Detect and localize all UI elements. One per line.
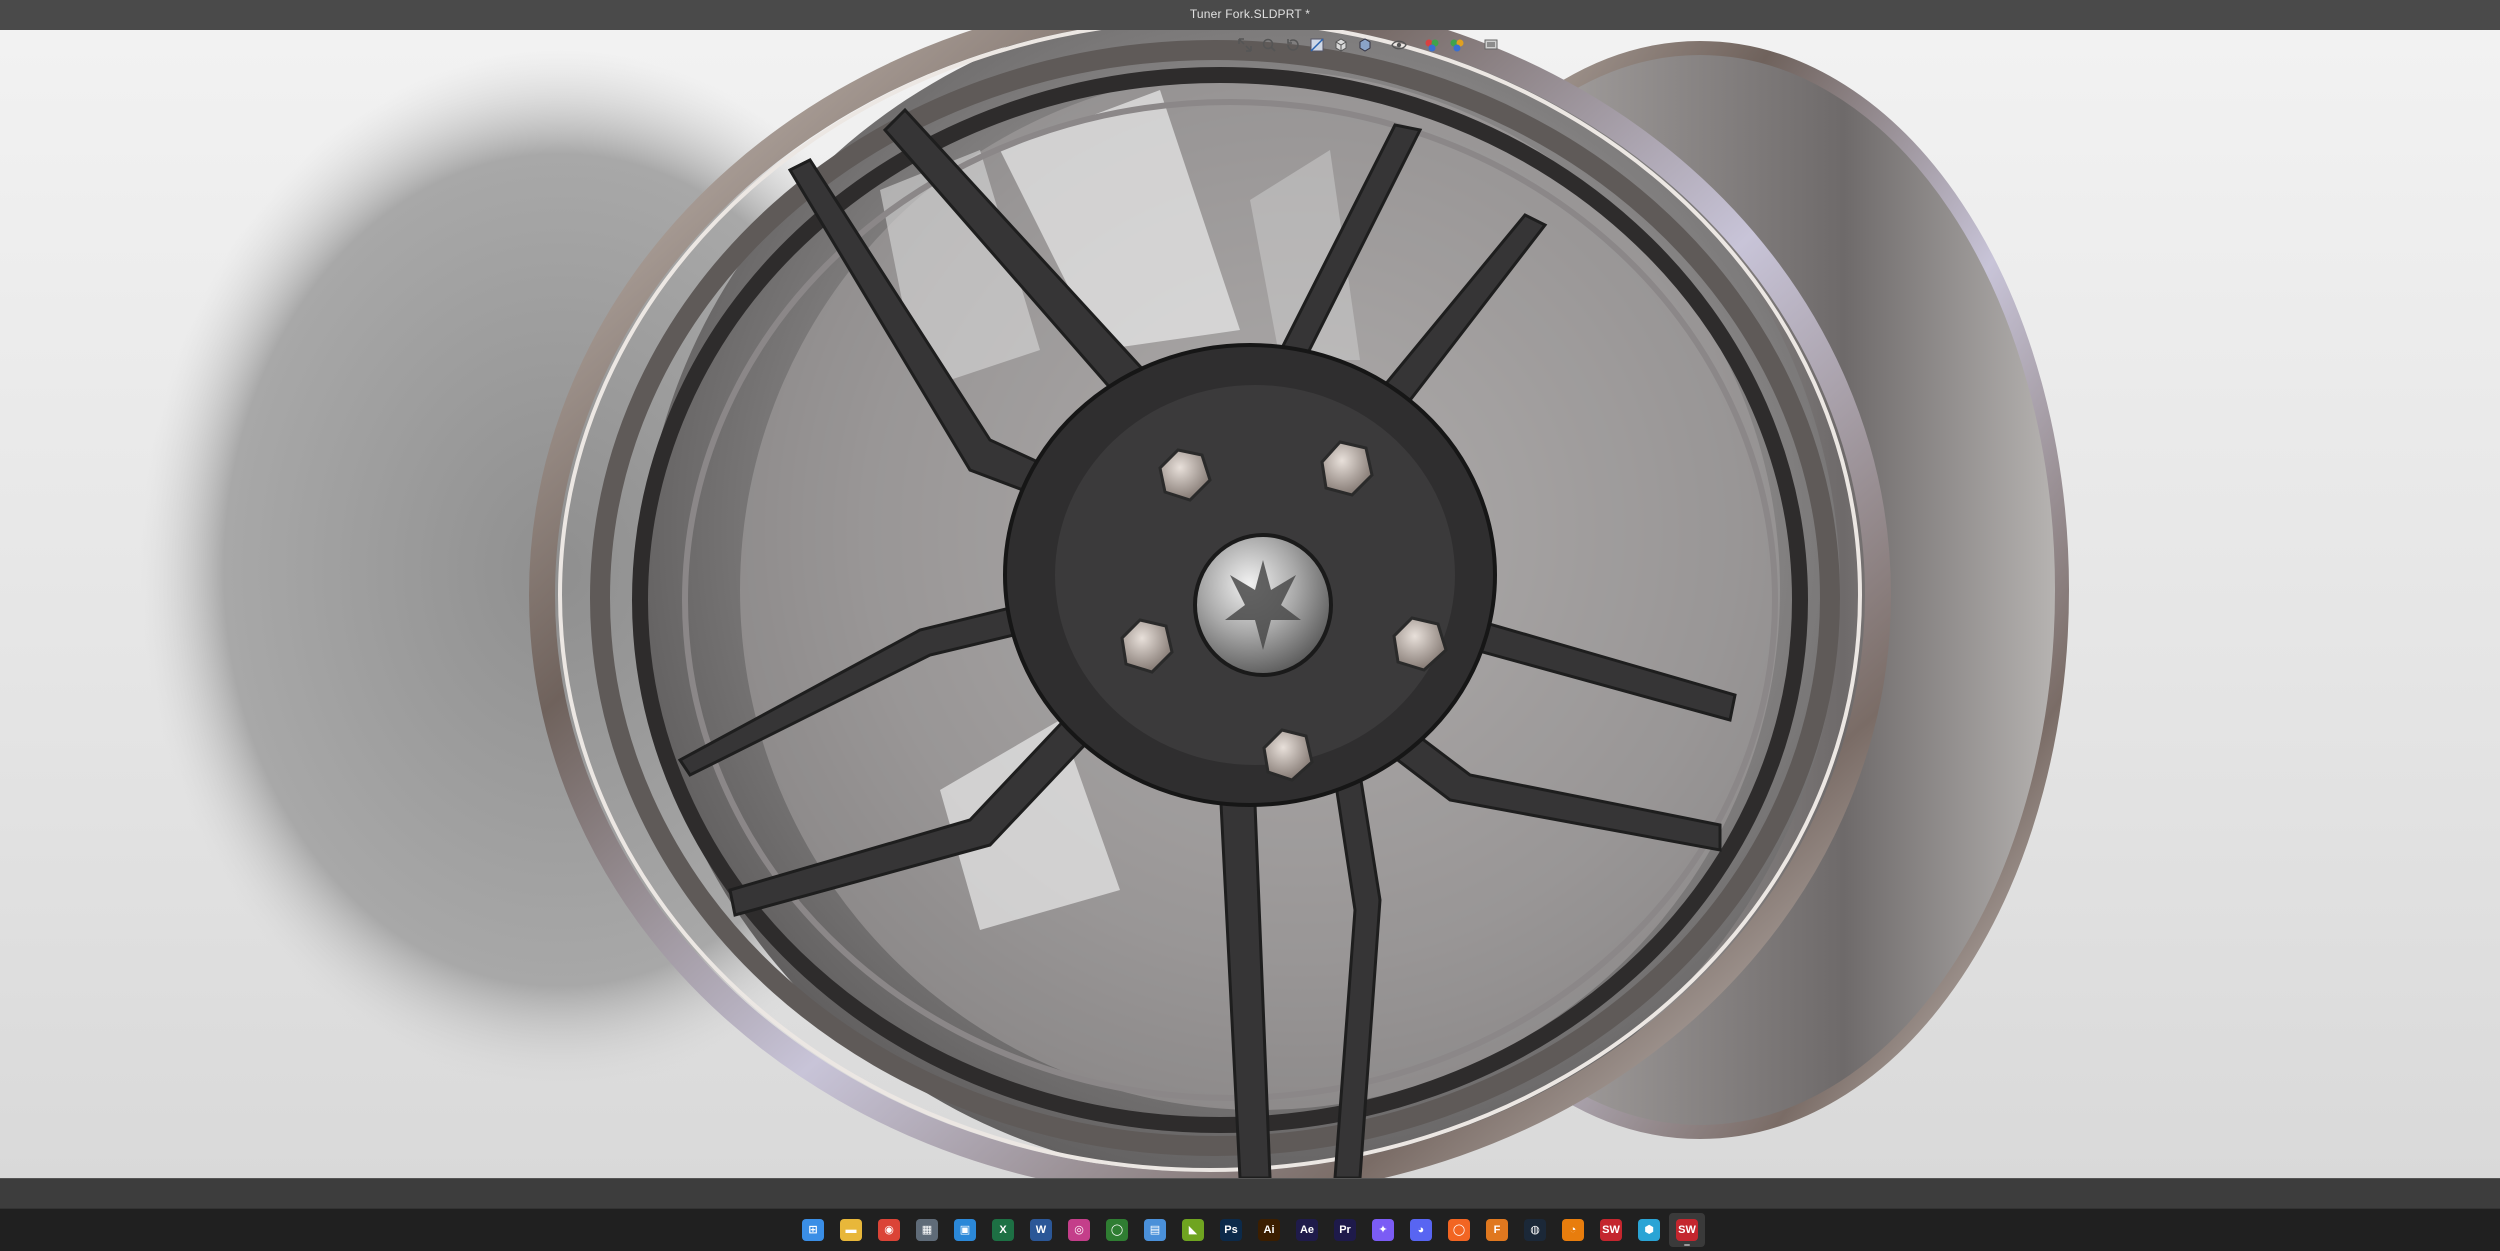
discord-icon: ◕ bbox=[1410, 1219, 1432, 1241]
taskbar-button[interactable]: ◯ bbox=[1099, 1213, 1135, 1247]
illustrator-icon: Ai bbox=[1258, 1219, 1280, 1241]
taskbar-button[interactable]: ⬢ bbox=[1631, 1213, 1667, 1247]
edit-appearance-icon[interactable] bbox=[1423, 35, 1443, 55]
hide-show-items-icon[interactable] bbox=[1389, 35, 1409, 55]
taskbar-button[interactable]: ⊞ bbox=[795, 1213, 831, 1247]
chrome-icon: ◉ bbox=[878, 1219, 900, 1241]
excel-icon: X bbox=[992, 1219, 1014, 1241]
origin-icon: ◯ bbox=[1448, 1219, 1470, 1241]
taskbar-button[interactable]: ▬ bbox=[833, 1213, 869, 1247]
xbox-icon: ◯ bbox=[1106, 1219, 1128, 1241]
taskbar-pinned-apps: ⊞ ▬ ◉ ▦ ▣ X W ◎ ◯ ▤ ◣ Ps Ai Ae Pr ✦ ◕ ◯ F ◍ ◔ SW ⬢ SW bbox=[795, 1213, 1705, 1247]
zoom-to-area-icon[interactable] bbox=[1259, 35, 1279, 55]
taskbar-button[interactable]: ◉ bbox=[871, 1213, 907, 1247]
window-titlebar[interactable]: Tuner Fork.SLDPRT * bbox=[0, 0, 2500, 31]
calculator-icon: ▦ bbox=[916, 1219, 938, 1241]
wheel-model-render[interactable] bbox=[0, 30, 2500, 1178]
taskbar-button[interactable]: ▣ bbox=[947, 1213, 983, 1247]
view-orientation-icon[interactable] bbox=[1331, 35, 1351, 55]
window-title: Tuner Fork.SLDPRT * bbox=[1189, 7, 1311, 21]
camera-app-icon: ◎ bbox=[1068, 1219, 1090, 1241]
after-effects-icon: Ae bbox=[1296, 1219, 1318, 1241]
taskbar-button[interactable]: SW bbox=[1593, 1213, 1629, 1247]
photoshop-icon: Ps bbox=[1220, 1219, 1242, 1241]
taskbar-button[interactable]: ◍ bbox=[1517, 1213, 1553, 1247]
taskbar-button[interactable]: ◎ bbox=[1061, 1213, 1097, 1247]
file-explorer-icon: ▬ bbox=[840, 1219, 862, 1241]
nvidia-icon: ◣ bbox=[1182, 1219, 1204, 1241]
taskbar-button[interactable]: X bbox=[985, 1213, 1021, 1247]
status-bar bbox=[0, 1178, 2500, 1209]
sketchup-icon: ⬢ bbox=[1638, 1219, 1660, 1241]
active-indicator bbox=[1684, 1244, 1690, 1246]
messenger-icon: ✦ bbox=[1372, 1219, 1394, 1241]
taskbar-button[interactable]: F bbox=[1479, 1213, 1515, 1247]
word-icon: W bbox=[1030, 1219, 1052, 1241]
taskbar-button[interactable]: ◣ bbox=[1175, 1213, 1211, 1247]
taskbar-button[interactable]: ▤ bbox=[1137, 1213, 1173, 1247]
taskbar-button[interactable]: Ps bbox=[1213, 1213, 1249, 1247]
notepad-icon: ▤ bbox=[1144, 1219, 1166, 1241]
view-settings-icon[interactable] bbox=[1481, 35, 1501, 55]
taskbar-button[interactable]: ◔ bbox=[1555, 1213, 1591, 1247]
microsoft-store-icon: ▣ bbox=[954, 1219, 976, 1241]
taskbar-button[interactable]: ▦ bbox=[909, 1213, 945, 1247]
taskbar-button[interactable]: ✦ bbox=[1365, 1213, 1401, 1247]
taskbar-button[interactable]: W bbox=[1023, 1213, 1059, 1247]
fusion-icon: F bbox=[1486, 1219, 1508, 1241]
taskbar-button[interactable]: SW bbox=[1669, 1213, 1705, 1247]
taskbar-button[interactable]: Pr bbox=[1327, 1213, 1363, 1247]
section-view-icon[interactable] bbox=[1307, 35, 1327, 55]
taskbar-button[interactable]: Ai bbox=[1251, 1213, 1287, 1247]
solidworks-2026-icon: SW bbox=[1600, 1219, 1622, 1241]
zoom-to-fit-icon[interactable] bbox=[1235, 35, 1255, 55]
taskbar-button[interactable]: ◕ bbox=[1403, 1213, 1439, 1247]
previous-view-icon[interactable] bbox=[1283, 35, 1303, 55]
heads-up-view-toolbar bbox=[1235, 34, 1501, 56]
display-style-icon[interactable] bbox=[1355, 35, 1375, 55]
taskbar-button[interactable]: Ae bbox=[1289, 1213, 1325, 1247]
blender-icon: ◔ bbox=[1562, 1219, 1584, 1241]
graphics-viewport[interactable] bbox=[0, 30, 2500, 1178]
solidworks-2026-active-icon: SW bbox=[1676, 1219, 1698, 1241]
windows-taskbar: ⊞ ▬ ◉ ▦ ▣ X W ◎ ◯ ▤ ◣ Ps Ai Ae Pr ✦ ◕ ◯ F ◍ ◔ SW ⬢ SW bbox=[0, 1208, 2500, 1251]
steam-icon: ◍ bbox=[1524, 1219, 1546, 1241]
taskbar-button[interactable]: ◯ bbox=[1441, 1213, 1477, 1247]
premiere-pro-icon: Pr bbox=[1334, 1219, 1356, 1241]
apply-scene-icon[interactable] bbox=[1447, 35, 1467, 55]
start-icon: ⊞ bbox=[802, 1219, 824, 1241]
